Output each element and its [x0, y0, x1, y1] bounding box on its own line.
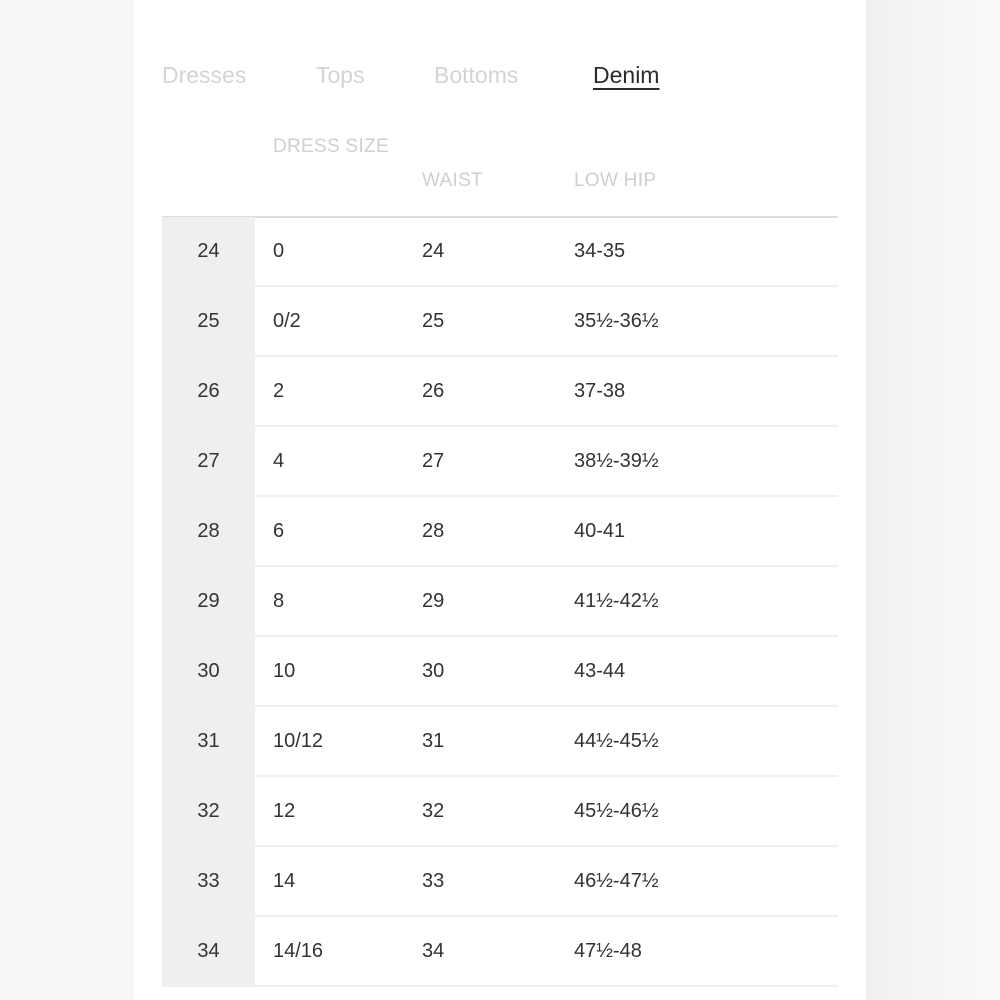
- waist-cell: 34: [422, 940, 445, 962]
- table-row: 32 12 32 45½-46½: [162, 777, 838, 847]
- size-guide-panel: Dresses Tops Bottoms Denim DRESS SIZE WA…: [134, 0, 866, 1000]
- table-header: DRESS SIZE WAIST LOW HIP: [162, 130, 838, 218]
- size-cell: 31: [162, 707, 255, 777]
- dress-size-cell: 0/2: [273, 310, 301, 332]
- waist-cell: 27: [422, 450, 445, 472]
- waist-cell: 31: [422, 730, 445, 752]
- size-cell: 26: [162, 357, 255, 427]
- dress-size-cell: 12: [273, 800, 296, 822]
- waist-cell: 25: [422, 310, 445, 332]
- dress-size-cell: 10/12: [273, 730, 324, 752]
- low-hip-cell: 40-41: [574, 520, 626, 542]
- size-cell: 28: [162, 497, 255, 567]
- low-hip-cell: 34-35: [574, 240, 626, 262]
- header-waist: WAIST: [422, 170, 483, 191]
- low-hip-cell: 47½-48: [574, 940, 642, 962]
- table-row: 31 10/12 31 44½-45½: [162, 707, 838, 777]
- size-table-body: 24 0 24 34-35 25 0/2 25 35½-36½ 26 2 26 37-38 27 4 27 3…: [162, 217, 838, 987]
- dress-size-cell: 6: [273, 520, 285, 542]
- waist-cell: 30: [422, 660, 445, 682]
- table-row: 26 2 26 37-38: [162, 357, 838, 427]
- header-low-hip: LOW HIP: [574, 170, 657, 191]
- waist-cell: 24: [422, 240, 445, 262]
- table-row: 24 0 24 34-35: [162, 217, 838, 287]
- header-dress-size: DRESS SIZE: [273, 136, 389, 157]
- low-hip-cell: 41½-42½: [574, 590, 659, 612]
- dress-size-cell: 14/16: [273, 940, 324, 962]
- size-cell: 32: [162, 777, 255, 847]
- waist-cell: 26: [422, 380, 445, 402]
- tab-bottoms[interactable]: Bottoms: [434, 58, 518, 92]
- size-cell: 25: [162, 287, 255, 357]
- table-row: 28 6 28 40-41: [162, 497, 838, 567]
- table-row: 29 8 29 41½-42½: [162, 567, 838, 637]
- low-hip-cell: 44½-45½: [574, 730, 659, 752]
- waist-cell: 33: [422, 870, 445, 892]
- low-hip-cell: 35½-36½: [574, 310, 659, 332]
- table-row: 25 0/2 25 35½-36½: [162, 287, 838, 357]
- low-hip-cell: 45½-46½: [574, 800, 659, 822]
- size-cell: 29: [162, 567, 255, 637]
- waist-cell: 29: [422, 590, 445, 612]
- table-row: 33 14 33 46½-47½: [162, 847, 838, 917]
- tab-dresses[interactable]: Dresses: [162, 58, 246, 92]
- dress-size-cell: 10: [273, 660, 296, 682]
- table-row: 27 4 27 38½-39½: [162, 427, 838, 497]
- dress-size-cell: 8: [273, 590, 285, 612]
- waist-cell: 28: [422, 520, 445, 542]
- table-row: 30 10 30 43-44: [162, 637, 838, 707]
- low-hip-cell: 43-44: [574, 660, 626, 682]
- low-hip-cell: 46½-47½: [574, 870, 659, 892]
- tab-tops[interactable]: Tops: [316, 58, 365, 92]
- tab-denim[interactable]: Denim: [593, 58, 659, 92]
- background-shade: [866, 0, 1000, 1000]
- size-cell: 33: [162, 847, 255, 917]
- dress-size-cell: 2: [273, 380, 285, 402]
- dress-size-cell: 0: [273, 240, 285, 262]
- low-hip-cell: 38½-39½: [574, 450, 659, 472]
- dress-size-cell: 4: [273, 450, 285, 472]
- dress-size-cell: 14: [273, 870, 296, 892]
- table-row: 34 14/16 34 47½-48: [162, 917, 838, 987]
- low-hip-cell: 37-38: [574, 380, 626, 402]
- waist-cell: 32: [422, 800, 445, 822]
- size-cell: 30: [162, 637, 255, 707]
- size-cell: 24: [162, 217, 255, 287]
- size-cell: 34: [162, 917, 255, 987]
- size-cell: 27: [162, 427, 255, 497]
